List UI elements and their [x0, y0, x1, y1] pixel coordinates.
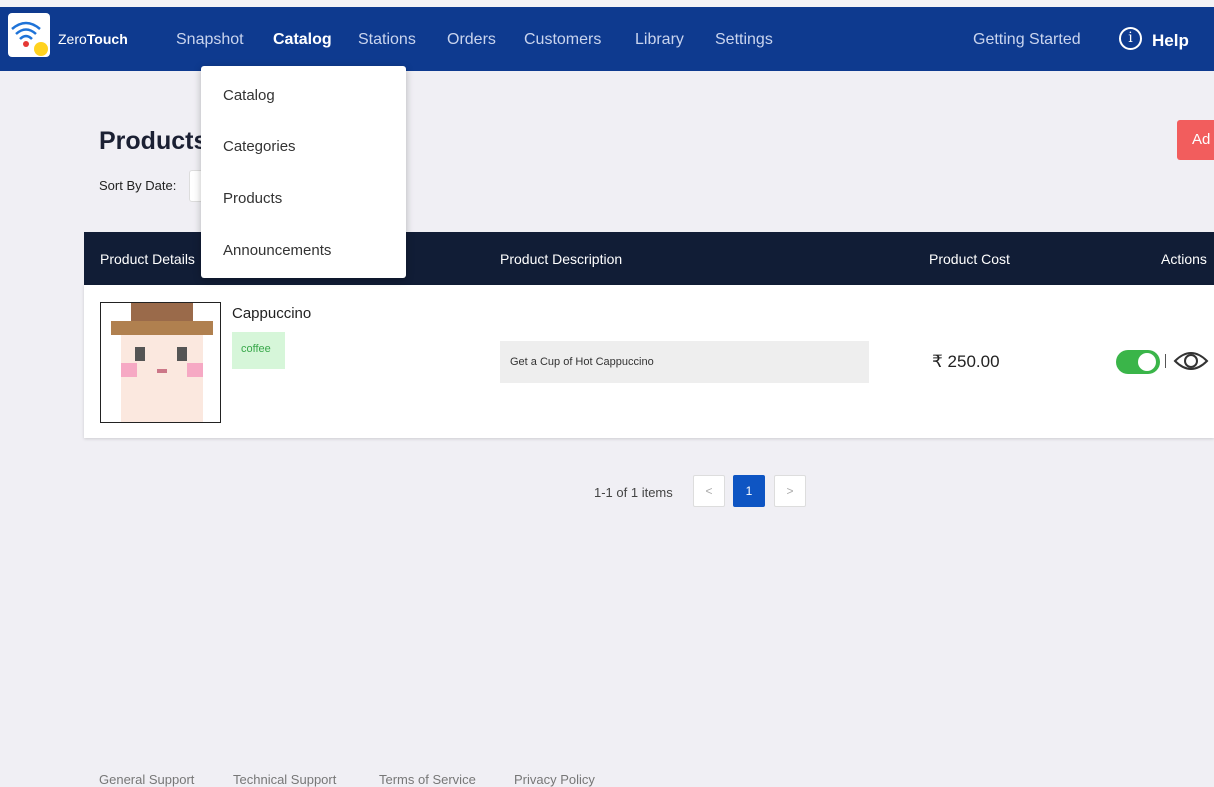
menu-item-catalog[interactable]: Catalog: [223, 87, 275, 104]
product-description: Get a Cup of Hot Cappuccino: [500, 341, 869, 383]
header-actions: Actions: [1161, 251, 1207, 267]
nav-settings[interactable]: Settings: [715, 31, 773, 49]
getting-started-link[interactable]: Getting Started: [973, 31, 1081, 49]
header-product-description: Product Description: [500, 251, 623, 267]
action-separator: [1165, 354, 1166, 368]
table-row: Cappuccino coffee Get a Cup of Hot Cappu…: [84, 285, 1214, 438]
catalog-dropdown-menu: Catalog Categories Products Announcement…: [201, 66, 406, 278]
page-1-button[interactable]: 1: [733, 475, 765, 507]
product-name: Cappuccino: [232, 305, 312, 322]
menu-item-products[interactable]: Products: [223, 190, 282, 207]
toggle-knob: [1138, 353, 1156, 371]
logo-icon[interactable]: [8, 13, 50, 57]
active-toggle[interactable]: [1116, 350, 1160, 374]
nav-stations[interactable]: Stations: [358, 31, 416, 49]
add-product-button[interactable]: Ad: [1177, 120, 1214, 160]
header-product-cost: Product Cost: [929, 251, 1010, 267]
nav-catalog[interactable]: Catalog: [273, 31, 332, 49]
header-product-details: Product Details: [100, 251, 195, 267]
product-cost: ₹ 250.00: [932, 352, 1000, 371]
info-icon[interactable]: i: [1119, 27, 1142, 50]
brand-name[interactable]: ZeroTouch: [58, 31, 128, 47]
brand-prefix: Zero: [58, 31, 87, 47]
menu-item-categories[interactable]: Categories: [223, 138, 296, 155]
menu-item-announcements[interactable]: Announcements: [223, 242, 331, 259]
sort-by-date-label: Sort By Date:: [99, 178, 177, 193]
top-navbar: ZeroTouch Snapshot Catalog Stations Orde…: [0, 7, 1214, 71]
page-title: Products: [99, 127, 208, 155]
pagination-summary: 1-1 of 1 items: [594, 485, 673, 500]
eye-icon[interactable]: [1173, 347, 1209, 380]
help-link[interactable]: Help: [1152, 31, 1189, 51]
footer-terms-of-service[interactable]: Terms of Service: [379, 772, 476, 787]
prev-page-button[interactable]: <: [693, 475, 725, 507]
browser-top-strip: [0, 0, 1214, 7]
pagination: 1-1 of 1 items < 1 >: [0, 475, 1214, 509]
footer-privacy-policy[interactable]: Privacy Policy: [514, 772, 595, 787]
nav-library[interactable]: Library: [635, 31, 684, 49]
next-page-button[interactable]: >: [774, 475, 806, 507]
brand-bold: Touch: [86, 31, 128, 47]
footer-general-support[interactable]: General Support: [99, 772, 194, 787]
nav-customers[interactable]: Customers: [524, 31, 601, 49]
nav-snapshot[interactable]: Snapshot: [176, 31, 244, 49]
nav-orders[interactable]: Orders: [447, 31, 496, 49]
product-image: [100, 302, 221, 423]
footer-technical-support[interactable]: Technical Support: [233, 772, 336, 787]
category-tag: coffee: [232, 332, 285, 369]
